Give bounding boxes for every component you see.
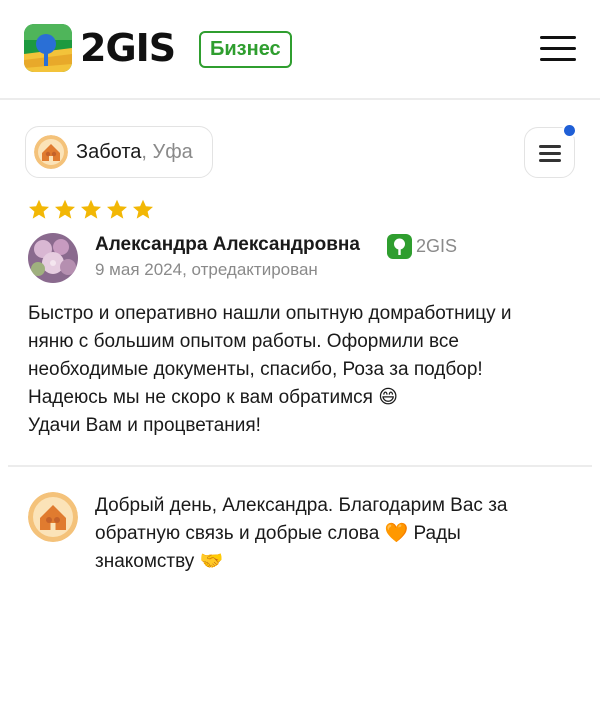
organization-reply-avatar <box>28 492 78 542</box>
review-source-label: 2GIS <box>416 236 458 256</box>
star-icon <box>29 199 49 219</box>
review-body: Быстро и оперативно нашли опытную домраб… <box>28 300 576 440</box>
review-date: 9 мая 2024, отредактирован <box>95 260 318 279</box>
star-icon <box>133 199 153 219</box>
2gis-logo-mark-icon <box>24 24 72 72</box>
organization-name: Забота <box>76 140 142 163</box>
hamburger-menu-icon[interactable] <box>540 36 576 62</box>
reviewer-avatar <box>28 233 78 283</box>
2gis-source-icon <box>387 234 412 259</box>
review-text-line: Быстро и оперативно нашли опытную домраб… <box>28 303 512 324</box>
organization-logo-icon <box>34 135 68 169</box>
business-badge[interactable]: Бизнес <box>199 31 292 68</box>
divider <box>8 465 592 467</box>
reply-text-line: знакомству 🤝 <box>95 551 224 572</box>
review-text-line: Удачи Вам и процветания! <box>28 415 261 436</box>
top-header: 2GIS Бизнес <box>0 0 600 100</box>
star-icon <box>55 199 75 219</box>
owner-reply: Добрый день, Александра. Благодарим Вас … <box>95 492 565 576</box>
review-text-line: няню с большим опытом работы. Оформили в… <box>28 331 459 352</box>
review-text-line: необходимые документы, спасибо, Роза за … <box>28 359 483 380</box>
organization-chip[interactable]: Забота, Уфа <box>25 126 213 178</box>
reply-text-line: обратную связь и добрые слова 🧡 Рады <box>95 523 461 544</box>
notification-dot <box>562 123 577 138</box>
star-icon <box>107 199 127 219</box>
reply-text-line: Добрый день, Александра. Благодарим Вас … <box>95 495 508 516</box>
filter-lines-icon <box>539 145 561 148</box>
review-source: 2GIS <box>387 234 457 259</box>
logo-text: 2GIS <box>80 26 176 70</box>
star-icon <box>81 199 101 219</box>
organization-city: , Уфа <box>141 140 193 163</box>
2gis-logo[interactable]: 2GIS <box>24 24 176 72</box>
rating-stars <box>27 198 155 222</box>
review-author[interactable]: Александра Александровна <box>95 234 360 256</box>
review-text-line: Надеюсь мы не скоро к вам обратимся 😄 <box>28 387 399 408</box>
